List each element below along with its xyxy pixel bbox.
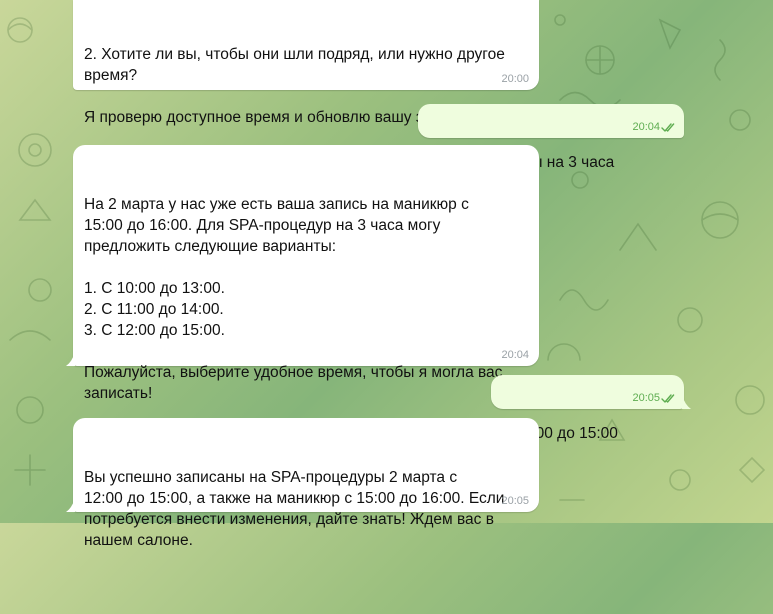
message-bubble-incoming[interactable]: Вы успешно записаны на SPA-процедуры 2 м… bbox=[66, 418, 539, 549]
double-check-icon bbox=[661, 394, 675, 403]
message-bubble-incoming[interactable]: На 2 марта у нас уже есть ваша запись на… bbox=[66, 145, 539, 402]
message-time: 20:04 bbox=[632, 121, 660, 133]
message-time: 20:04 bbox=[501, 349, 529, 361]
bubble-tail bbox=[66, 498, 75, 512]
message-bubble-incoming[interactable]: 2. Хотите ли вы, чтобы они шли подряд, и… bbox=[73, 0, 539, 126]
message-text: На 2 марта у нас уже есть ваша запись на… bbox=[84, 196, 503, 402]
message-text: Вы успешно записаны на SPA-процедуры 2 м… bbox=[84, 469, 505, 549]
double-check-icon bbox=[661, 123, 675, 132]
message-time: 20:05 bbox=[501, 495, 529, 507]
bubble-tail bbox=[66, 352, 75, 366]
message-bubble-outgoing[interactable]: с 12:00 до 15:00 20:05 bbox=[491, 375, 691, 442]
message-time: 20:05 bbox=[632, 392, 660, 404]
bubble-tail bbox=[682, 395, 691, 409]
message-time: 20:00 bbox=[501, 73, 529, 85]
message-bubble-outgoing[interactable]: spa- процедуры на 3 часа 20:04 bbox=[418, 104, 684, 171]
